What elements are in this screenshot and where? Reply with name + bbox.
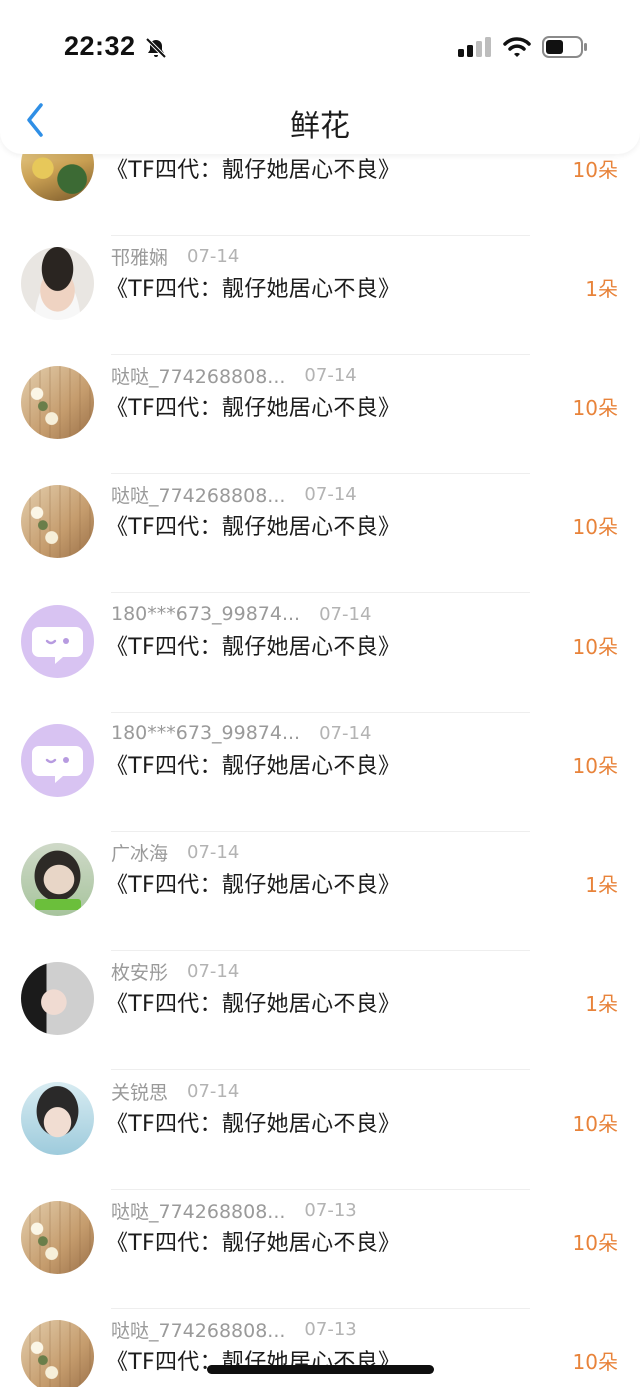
book-title: 《TF四代：靓仔她居心不良》	[106, 396, 401, 421]
header: 22:32 鲜花	[0, 0, 640, 154]
flower-count: 10朵	[572, 515, 618, 539]
avatar[interactable]	[21, 843, 94, 916]
flower-count: 10朵	[572, 1231, 618, 1255]
user-name[interactable]: 180***673_99874...	[111, 722, 300, 744]
gift-date: 07-14	[187, 960, 240, 982]
list-item[interactable]: 哒哒_774268808... 07-13 《TF四代：靓仔她居心不良》 10朵	[0, 1309, 640, 1387]
gift-date: 07-14	[304, 364, 357, 386]
gift-list[interactable]: 《TF四代：靓仔她居心不良》 10朵 邗雅娴 07-14 《TF四代：靓仔她居心不…	[0, 0, 640, 1387]
avatar[interactable]	[21, 1201, 94, 1274]
page-title: 鲜花	[290, 109, 350, 144]
list-item[interactable]: 哒哒_774268808... 07-14 《TF四代：靓仔她居心不良》 10朵	[0, 474, 640, 593]
chat-bubble-icon	[32, 746, 83, 783]
flower-count: 1朵	[585, 873, 618, 897]
user-name[interactable]: 哒哒_774268808...	[111, 1316, 285, 1343]
home-indicator[interactable]	[207, 1365, 434, 1374]
avatar[interactable]	[21, 724, 94, 797]
user-name[interactable]: 枚安彤	[111, 958, 168, 985]
avatar[interactable]	[21, 1082, 94, 1155]
user-name[interactable]: 广冰海	[111, 839, 168, 866]
gift-date: 07-13	[304, 1318, 357, 1340]
user-name[interactable]: 关锐思	[111, 1078, 168, 1105]
status-time: 22:32	[64, 31, 136, 61]
user-name[interactable]: 邗雅娴	[111, 243, 168, 270]
divider	[111, 592, 530, 593]
gift-date: 07-14	[304, 483, 357, 505]
book-title: 《TF四代：靓仔她居心不良》	[106, 1231, 401, 1256]
avatar[interactable]	[21, 247, 94, 320]
flower-count: 10朵	[572, 635, 618, 659]
cellular-signal-icon	[458, 37, 491, 57]
list-item[interactable]: 广冰海 07-14 《TF四代：靓仔她居心不良》 1朵	[0, 832, 640, 951]
book-title: 《TF四代：靓仔她居心不良》	[106, 992, 401, 1017]
flower-count: 10朵	[572, 158, 618, 182]
flower-count: 10朵	[572, 396, 618, 420]
flower-count: 1朵	[585, 277, 618, 301]
chat-bubble-icon	[32, 627, 83, 664]
book-title: 《TF四代：靓仔她居心不良》	[106, 1112, 401, 1137]
flower-count: 10朵	[572, 754, 618, 778]
user-name[interactable]: 180***673_99874...	[111, 603, 300, 625]
flower-count: 10朵	[572, 1350, 618, 1374]
gift-date: 07-14	[319, 603, 372, 625]
gift-date: 07-14	[187, 841, 240, 863]
user-name[interactable]: 哒哒_774268808...	[111, 362, 285, 389]
avatar[interactable]	[21, 962, 94, 1035]
avatar[interactable]	[21, 366, 94, 439]
book-title: 《TF四代：靓仔她居心不良》	[106, 515, 401, 540]
battery-icon	[542, 36, 587, 58]
list-item[interactable]: 枚安彤 07-14 《TF四代：靓仔她居心不良》 1朵	[0, 951, 640, 1070]
gift-date: 07-14	[187, 1080, 240, 1102]
book-title: 《TF四代：靓仔她居心不良》	[106, 277, 401, 302]
list-item[interactable]: 180***673_99874... 07-14 《TF四代：靓仔她居心不良》 1…	[0, 594, 640, 713]
bell-slash-icon	[145, 37, 167, 59]
list-item[interactable]: 邗雅娴 07-14 《TF四代：靓仔她居心不良》 1朵	[0, 236, 640, 355]
list-item[interactable]: 哒哒_774268808... 07-13 《TF四代：靓仔她居心不良》 10朵	[0, 1190, 640, 1309]
avatar[interactable]	[21, 1320, 94, 1387]
avatar[interactable]	[21, 605, 94, 678]
book-title: 《TF四代：靓仔她居心不良》	[106, 158, 401, 183]
book-title: 《TF四代：靓仔她居心不良》	[106, 635, 401, 660]
list-item[interactable]: 关锐思 07-14 《TF四代：靓仔她居心不良》 10朵	[0, 1071, 640, 1190]
wifi-icon	[503, 37, 531, 57]
flower-count: 10朵	[572, 1112, 618, 1136]
book-title: 《TF四代：靓仔她居心不良》	[106, 873, 401, 898]
gift-date: 07-13	[304, 1199, 357, 1221]
avatar[interactable]	[21, 485, 94, 558]
list-item[interactable]: 哒哒_774268808... 07-14 《TF四代：靓仔她居心不良》 10朵	[0, 355, 640, 474]
user-name[interactable]: 哒哒_774268808...	[111, 1197, 285, 1224]
gift-date: 07-14	[319, 722, 372, 744]
divider	[111, 1069, 530, 1070]
book-title: 《TF四代：靓仔她居心不良》	[106, 754, 401, 779]
user-name[interactable]: 哒哒_774268808...	[111, 481, 285, 508]
flower-count: 1朵	[585, 992, 618, 1016]
list-item[interactable]: 180***673_99874... 07-14 《TF四代：靓仔她居心不良》 1…	[0, 713, 640, 832]
gift-date: 07-14	[187, 245, 240, 267]
